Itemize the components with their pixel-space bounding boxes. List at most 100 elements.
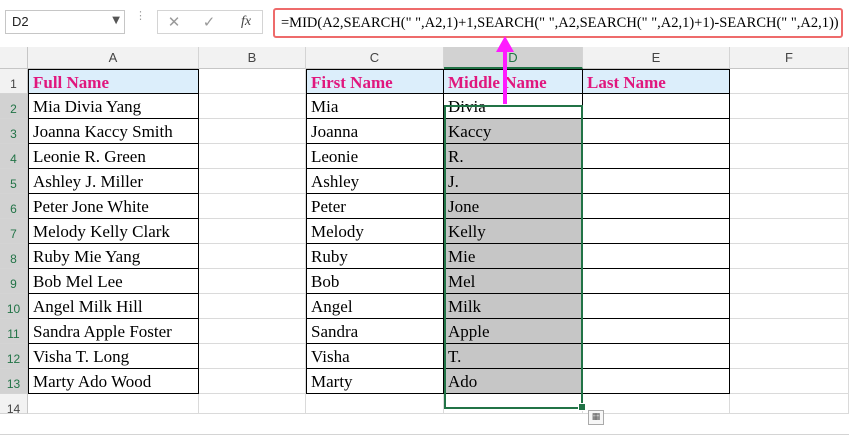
cell-a12[interactable]: Visha T. Long — [28, 344, 199, 369]
cell-c7[interactable]: Melody — [306, 219, 444, 244]
cell-c9[interactable]: Bob — [306, 269, 444, 294]
cell-e10[interactable] — [583, 294, 730, 319]
cell-d6[interactable]: Jone — [444, 194, 583, 219]
cell-a5[interactable]: Ashley J. Miller — [28, 169, 199, 194]
cell-c6[interactable]: Peter — [306, 194, 444, 219]
cell-a13[interactable]: Marty Ado Wood — [28, 369, 199, 394]
row-header[interactable]: 4 — [0, 144, 28, 169]
cell-a10[interactable]: Angel Milk Hill — [28, 294, 199, 319]
cell-f7[interactable] — [730, 219, 849, 244]
cell-d1[interactable]: Middle Name — [444, 69, 583, 94]
column-header-f[interactable]: F — [730, 47, 849, 69]
cell-f2[interactable] — [730, 94, 849, 119]
row-header[interactable]: 2 — [0, 94, 28, 119]
cell-e12[interactable] — [583, 344, 730, 369]
cell-a9[interactable]: Bob Mel Lee — [28, 269, 199, 294]
row-header[interactable]: 7 — [0, 219, 28, 244]
cancel-icon[interactable]: ✕ — [161, 10, 187, 34]
cell-f5[interactable] — [730, 169, 849, 194]
cell-a11[interactable]: Sandra Apple Foster — [28, 319, 199, 344]
select-all-corner[interactable] — [0, 47, 28, 69]
insert-function-icon[interactable]: fx — [233, 10, 259, 34]
row-header[interactable]: 6 — [0, 194, 28, 219]
cell-b14[interactable] — [199, 394, 306, 414]
cell-b2[interactable] — [199, 94, 306, 119]
column-header-c[interactable]: C — [306, 47, 444, 69]
row-header[interactable]: 1 — [0, 69, 28, 94]
cell-c13[interactable]: Marty — [306, 369, 444, 394]
cell-d9[interactable]: Mel — [444, 269, 583, 294]
cell-b7[interactable] — [199, 219, 306, 244]
cell-e5[interactable] — [583, 169, 730, 194]
column-header-e[interactable]: E — [583, 47, 730, 69]
column-header-a[interactable]: A — [28, 47, 199, 69]
cell-d3[interactable]: Kaccy — [444, 119, 583, 144]
cell-c2[interactable]: Mia — [306, 94, 444, 119]
formula-input[interactable]: =MID(A2,SEARCH(" ",A2,1)+1,SEARCH(" ",A2… — [273, 8, 843, 38]
chevron-down-icon[interactable]: ▼ — [112, 15, 120, 26]
cell-e13[interactable] — [583, 369, 730, 394]
row-header[interactable]: 5 — [0, 169, 28, 194]
cell-a7[interactable]: Melody Kelly Clark — [28, 219, 199, 244]
cell-c10[interactable]: Angel — [306, 294, 444, 319]
cell-f13[interactable] — [730, 369, 849, 394]
cell-e1[interactable]: Last Name — [583, 69, 730, 94]
cell-f11[interactable] — [730, 319, 849, 344]
cell-b5[interactable] — [199, 169, 306, 194]
cell-d7[interactable]: Kelly — [444, 219, 583, 244]
cell-f6[interactable] — [730, 194, 849, 219]
cell-d10[interactable]: Milk — [444, 294, 583, 319]
cell-e9[interactable] — [583, 269, 730, 294]
cell-e11[interactable] — [583, 319, 730, 344]
cell-d2[interactable]: Divia — [444, 94, 583, 119]
cell-c5[interactable]: Ashley — [306, 169, 444, 194]
cell-b4[interactable] — [199, 144, 306, 169]
cell-e2[interactable] — [583, 94, 730, 119]
cell-e8[interactable] — [583, 244, 730, 269]
cell-c4[interactable]: Leonie — [306, 144, 444, 169]
cell-d5[interactable]: J. — [444, 169, 583, 194]
cell-c11[interactable]: Sandra — [306, 319, 444, 344]
cell-b6[interactable] — [199, 194, 306, 219]
row-header[interactable]: 9 — [0, 269, 28, 294]
cell-c12[interactable]: Visha — [306, 344, 444, 369]
row-header[interactable]: 14 — [0, 394, 28, 416]
cell-a1[interactable]: Full Name — [28, 69, 199, 94]
cell-d4[interactable]: R. — [444, 144, 583, 169]
check-icon[interactable]: ✓ — [196, 10, 222, 34]
cell-f14[interactable] — [730, 394, 849, 414]
cell-d13[interactable]: Ado — [444, 369, 583, 394]
cell-f9[interactable] — [730, 269, 849, 294]
cell-d12[interactable]: T. — [444, 344, 583, 369]
cell-c3[interactable]: Joanna — [306, 119, 444, 144]
column-header-b[interactable]: B — [199, 47, 306, 69]
cell-e7[interactable] — [583, 219, 730, 244]
cell-a2[interactable]: Mia Divia Yang — [28, 94, 199, 119]
name-box[interactable]: D2 ▼ — [5, 10, 125, 34]
row-header[interactable]: 11 — [0, 319, 28, 344]
cell-a3[interactable]: Joanna Kaccy Smith — [28, 119, 199, 144]
cell-c1[interactable]: First Name — [306, 69, 444, 94]
cell-c14[interactable] — [306, 394, 444, 414]
cell-e14[interactable] — [583, 394, 730, 414]
cell-b8[interactable] — [199, 244, 306, 269]
cell-d11[interactable]: Apple — [444, 319, 583, 344]
cell-b10[interactable] — [199, 294, 306, 319]
cell-a8[interactable]: Ruby Mie Yang — [28, 244, 199, 269]
cell-f8[interactable] — [730, 244, 849, 269]
auto-fill-options-icon[interactable]: ▦ — [588, 410, 604, 425]
row-header[interactable]: 12 — [0, 344, 28, 369]
cell-a6[interactable]: Peter Jone White — [28, 194, 199, 219]
row-header[interactable]: 10 — [0, 294, 28, 319]
cell-d14[interactable] — [444, 394, 583, 414]
cell-e3[interactable] — [583, 119, 730, 144]
cell-b12[interactable] — [199, 344, 306, 369]
row-header[interactable]: 13 — [0, 369, 28, 394]
cell-b13[interactable] — [199, 369, 306, 394]
cell-f4[interactable] — [730, 144, 849, 169]
cell-d8[interactable]: Mie — [444, 244, 583, 269]
cell-f3[interactable] — [730, 119, 849, 144]
cell-b3[interactable] — [199, 119, 306, 144]
row-header[interactable]: 3 — [0, 119, 28, 144]
cell-e6[interactable] — [583, 194, 730, 219]
